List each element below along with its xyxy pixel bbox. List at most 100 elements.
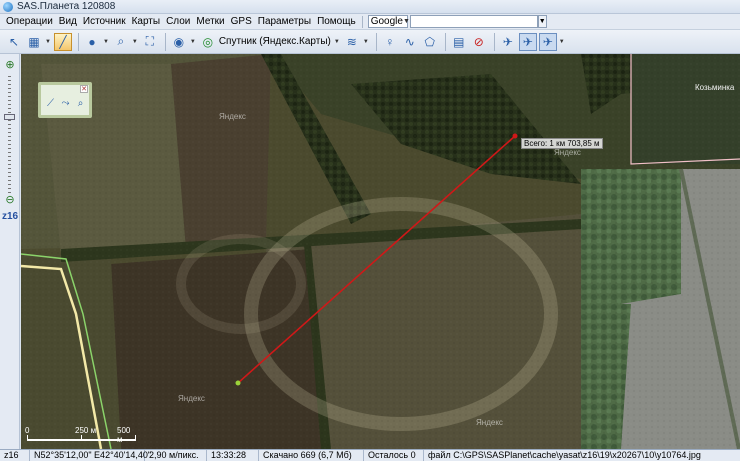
cursor-arrow-icon: ↖ xyxy=(8,34,20,49)
menu-operations[interactable]: Операции xyxy=(6,16,53,27)
menu-settings[interactable]: Параметры xyxy=(258,16,311,27)
status-downloaded: Скачано 669 (6,7 Мб) xyxy=(259,450,364,461)
stop-icon: ⊘ xyxy=(473,34,484,49)
fullscreen-button[interactable]: ⛶ xyxy=(141,33,159,51)
map-watermark: Яндекс xyxy=(554,148,581,157)
scale-label: 250 м xyxy=(75,426,97,435)
chevron-down-icon[interactable]: ▼ xyxy=(45,39,51,45)
gps-connect-button[interactable]: ✈ xyxy=(518,32,537,51)
toolbar-separator xyxy=(164,32,166,51)
status-bar: z16 N52°35'12,00" E42°40'14,40" 2,90 м/п… xyxy=(0,449,740,461)
toolbar-separator xyxy=(493,32,495,51)
map-watermark: Яндекс xyxy=(219,112,246,121)
satellite-imagery xyxy=(21,54,740,449)
map-move-button[interactable]: ▦ xyxy=(25,33,43,51)
gps-track-button[interactable]: ✈ xyxy=(499,33,517,51)
satellite-center-icon: ✈ xyxy=(542,34,553,49)
add-polygon-button[interactable]: ⬠ xyxy=(421,33,439,51)
scale-label: 500 м xyxy=(117,426,131,444)
scale-tick xyxy=(81,435,82,441)
map-tiles-icon: ▦ xyxy=(28,34,40,49)
chevron-down-icon[interactable]: ▼ xyxy=(190,39,196,45)
zoom-slider-track[interactable] xyxy=(8,76,11,196)
ruler-icon: ╱ xyxy=(59,34,67,49)
toolbar-separator xyxy=(77,32,79,51)
map-watermark: Яндекс xyxy=(178,394,205,403)
map-view[interactable]: Яндекс Яндекс Яндекс Яндекс Козьминка Вс… xyxy=(21,54,740,449)
map-watermark: Яндекс xyxy=(476,418,503,427)
close-icon[interactable]: ✕ xyxy=(80,85,88,93)
menu-separator xyxy=(361,15,363,28)
menu-gps[interactable]: GPS xyxy=(231,16,252,27)
magnifier-icon: ⌕ xyxy=(117,34,125,48)
select-pointer-button[interactable]: ↖ xyxy=(5,33,23,51)
placemarks-manager-button[interactable]: ▤ xyxy=(450,33,468,51)
magnifier-icon: ⌕ xyxy=(77,98,84,109)
chevron-down-icon[interactable]: ▼ xyxy=(132,39,138,45)
menu-source[interactable]: Источник xyxy=(83,16,126,27)
map-type-button[interactable]: ◎ xyxy=(199,33,217,51)
window-title: SAS.Планета 120808 xyxy=(17,1,116,12)
gps-button[interactable]: ◉ xyxy=(170,33,188,51)
search-input[interactable] xyxy=(409,15,538,28)
globe-button[interactable]: ● xyxy=(83,33,101,51)
chevron-down-icon[interactable]: ▼ xyxy=(334,39,340,45)
toolbar-separator xyxy=(375,32,377,51)
measure-tool-palette: ✕ ⟋ ⤳ ⌕ xyxy=(38,82,92,118)
chevron-down-icon[interactable]: ▼ xyxy=(363,39,369,45)
status-zoom: z16 xyxy=(0,450,30,461)
title-bar: SAS.Планета 120808 xyxy=(0,0,740,14)
gps-center-button[interactable]: ✈ xyxy=(538,32,557,51)
gps-icon: ◉ xyxy=(173,34,185,49)
search-engine-select[interactable]: Google ▼ xyxy=(367,15,410,28)
distance-total-label: Всего: 1 км 703,85 м xyxy=(521,138,603,149)
measure-path-tool[interactable]: ⤳ xyxy=(59,97,72,110)
chevron-down-icon[interactable]: ▼ xyxy=(103,39,109,45)
add-placemark-button[interactable]: ♀ xyxy=(381,33,399,51)
menu-bar: Операции Вид Источник Карты Слои Метки G… xyxy=(0,14,740,30)
line-tool-icon: ⟋ xyxy=(47,98,54,109)
add-path-button[interactable]: ∿ xyxy=(401,33,419,51)
zoom-in-button[interactable]: ⊕ xyxy=(3,57,17,71)
pin-icon: ♀ xyxy=(385,34,395,49)
fullscreen-icon: ⛶ xyxy=(145,34,155,48)
scale-tick xyxy=(27,435,28,441)
toolbar-separator xyxy=(444,32,446,51)
layers-button[interactable]: ≋ xyxy=(343,33,361,51)
measure-line-tool[interactable]: ⟋ xyxy=(44,97,57,110)
search-history-dropdown[interactable]: ▼ xyxy=(537,15,547,28)
zoom-out-button[interactable]: ⊖ xyxy=(3,192,17,206)
layers-icon: ≋ xyxy=(346,34,357,49)
menu-maps[interactable]: Карты xyxy=(132,16,161,27)
chevron-down-icon: ▼ xyxy=(538,18,546,25)
status-time: 13:33:28 xyxy=(207,450,259,461)
satellite-connect-icon: ✈ xyxy=(522,34,533,49)
measure-end-point[interactable] xyxy=(512,133,518,139)
status-remaining: Осталось 0 xyxy=(364,450,424,461)
texture-overlay xyxy=(21,54,740,449)
village-label: Козьминка xyxy=(695,83,735,92)
placemarks-list-icon: ▤ xyxy=(453,34,465,49)
chevron-down-icon[interactable]: ▼ xyxy=(559,39,565,45)
zoom-in-icon: ⊕ xyxy=(5,58,15,71)
menu-placemarks[interactable]: Метки xyxy=(196,16,224,27)
zoom-search-button[interactable]: ⌕ xyxy=(112,33,130,51)
zoom-out-icon: ⊖ xyxy=(5,193,15,206)
satellite-map-icon: ◎ xyxy=(202,34,214,49)
menu-layers[interactable]: Слои xyxy=(166,16,190,27)
zoom-slider-thumb[interactable] xyxy=(4,114,15,120)
satellite-icon: ✈ xyxy=(502,34,513,49)
map-selector-label[interactable]: Спутник (Яндекс.Карты) xyxy=(219,36,331,47)
menu-help[interactable]: Помощь xyxy=(317,16,356,27)
zoom-panel: ⊕ ⊖ z16 xyxy=(0,54,20,449)
scale-label: 0 xyxy=(25,426,30,435)
zoom-level-label: z16 xyxy=(2,211,19,222)
app-globe-icon xyxy=(3,1,13,12)
scale-bar: 0 250 м 500 м xyxy=(25,426,137,446)
measure-distance-button[interactable]: ╱ xyxy=(53,32,72,51)
menu-view[interactable]: Вид xyxy=(59,16,77,27)
path-icon: ∿ xyxy=(404,34,415,49)
stop-button[interactable]: ⊘ xyxy=(470,33,488,51)
measure-start-point[interactable] xyxy=(235,380,241,386)
measure-zoom-tool[interactable]: ⌕ xyxy=(74,97,87,110)
